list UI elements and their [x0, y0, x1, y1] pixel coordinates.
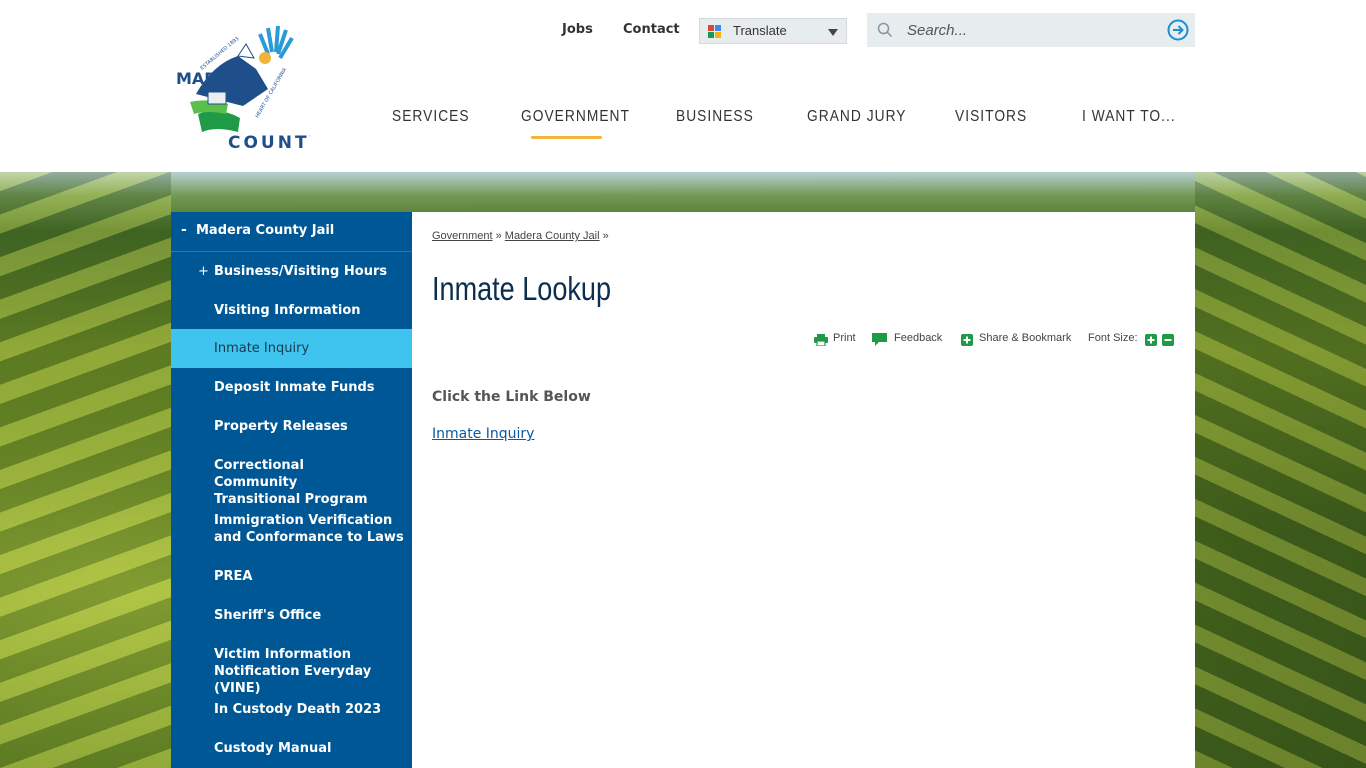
nav-i-want-to[interactable]: I WANT TO... — [1082, 108, 1176, 126]
breadcrumb-separator: » — [495, 230, 502, 242]
sidebar-item-label: Correctional Community Transitional Prog… — [214, 458, 368, 507]
main-content: Government » Madera County Jail » Inmate… — [412, 212, 1195, 768]
contact-link[interactable]: Contact — [623, 22, 680, 37]
sidebar-item-inmate-inquiry[interactable]: Inmate Inquiry — [171, 329, 412, 368]
translate-label: Translate — [733, 23, 787, 38]
nav-government[interactable]: GOVERNMENT — [521, 108, 630, 126]
font-size-label: Font Size: — [1088, 332, 1138, 344]
share-bookmark-link[interactable]: Share & Bookmark — [979, 332, 1071, 344]
nav-business[interactable]: BUSINESS — [676, 108, 754, 126]
page-title: Inmate Lookup — [432, 270, 612, 307]
sidebar-item-label: Sheriff's Office — [214, 608, 322, 623]
sidebar-item-label: Deposit Inmate Funds — [214, 380, 375, 395]
sidebar-item-label: Inmate Inquiry — [214, 341, 310, 356]
sidebar-item-sheriffs-office[interactable]: Sheriff's Office — [171, 607, 412, 624]
sidebar-top-label: Madera County Jail — [196, 223, 335, 238]
caret-down-icon — [828, 29, 838, 36]
sidebar-item-custody-manual[interactable]: Custody Manual — [171, 740, 412, 757]
site-header: MADERA COUNTY ESTABLISHED 1893 HEART OF … — [0, 0, 1366, 172]
translate-dropdown[interactable]: Translate — [699, 18, 847, 44]
madera-county-logo[interactable]: MADERA COUNTY ESTABLISHED 1893 HEART OF … — [168, 14, 310, 154]
logo-text-madera: MADERA — [176, 69, 254, 88]
print-link[interactable]: Print — [833, 332, 856, 344]
section-heading: Click the Link Below — [432, 389, 591, 405]
logo-text-county: COUNTY — [228, 133, 310, 153]
inmate-inquiry-link[interactable]: Inmate Inquiry — [432, 426, 534, 442]
vineyard-left — [0, 172, 171, 768]
jobs-link[interactable]: Jobs — [562, 22, 593, 37]
sidebar-nav: - Madera County Jail + Business/Visiting… — [171, 212, 412, 768]
sidebar-item-deposit-inmate-funds[interactable]: Deposit Inmate Funds — [171, 379, 412, 396]
breadcrumb: Government » Madera County Jail » — [432, 230, 609, 242]
sidebar-item-vine[interactable]: Victim Information Notification Everyday… — [171, 646, 412, 697]
nav-services[interactable]: SERVICES — [392, 108, 470, 126]
sidebar-item-label: Custody Manual — [214, 741, 332, 756]
feedback-icon — [872, 333, 887, 346]
sidebar-item-label: Victim Information Notification Everyday… — [214, 647, 372, 696]
arrow-right-circle-icon[interactable] — [1167, 19, 1189, 41]
sidebar-item-immigration-verification[interactable]: Immigration Verification and Conformance… — [171, 512, 412, 546]
sidebar-item-madera-county-jail[interactable]: - Madera County Jail — [171, 212, 412, 252]
vineyard-right — [1195, 172, 1366, 768]
breadcrumb-separator: » — [602, 230, 609, 242]
print-icon — [814, 334, 828, 346]
font-increase-icon[interactable] — [1145, 334, 1157, 346]
sidebar-item-visiting-information[interactable]: Visiting Information — [171, 302, 412, 319]
nav-grand-jury[interactable]: GRAND JURY — [807, 108, 907, 126]
expand-icon: + — [198, 264, 209, 279]
breadcrumb-government[interactable]: Government — [432, 230, 493, 242]
sidebar-item-label: Visiting Information — [214, 303, 361, 318]
sidebar-item-label: In Custody Death 2023 — [214, 702, 382, 717]
sidebar-item-label: PREA — [214, 569, 253, 584]
sidebar-item-prea[interactable]: PREA — [171, 568, 412, 585]
sidebar-item-correctional-community[interactable]: Correctional Community Transitional Prog… — [171, 457, 412, 508]
sidebar-item-business-visiting-hours[interactable]: + Business/Visiting Hours — [171, 263, 412, 280]
feedback-link[interactable]: Feedback — [894, 332, 942, 344]
sidebar-item-label: Immigration Verification and Conformance… — [214, 513, 404, 545]
collapse-icon: - — [181, 222, 187, 238]
font-decrease-icon[interactable] — [1162, 334, 1174, 346]
search-input[interactable] — [907, 19, 1157, 41]
sidebar-item-label: Business/Visiting Hours — [214, 264, 388, 279]
search-icon — [877, 22, 893, 38]
share-plus-icon — [961, 334, 973, 346]
sidebar-item-in-custody-death-2023[interactable]: In Custody Death 2023 — [171, 701, 412, 718]
breadcrumb-madera-county-jail[interactable]: Madera County Jail — [505, 230, 600, 242]
sidebar-item-label: Property Releases — [214, 419, 348, 434]
google-translate-icon — [708, 25, 721, 38]
sidebar-item-property-releases[interactable]: Property Releases — [171, 418, 412, 435]
nav-active-indicator — [531, 136, 602, 139]
search-bar — [867, 13, 1195, 47]
nav-visitors[interactable]: VISITORS — [955, 108, 1027, 126]
